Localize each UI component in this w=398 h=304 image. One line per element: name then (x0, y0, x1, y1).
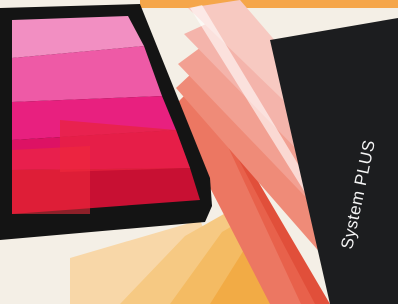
photo-stage: System PLUS (0, 0, 398, 304)
photo-illustration: System PLUS (0, 0, 398, 304)
orange-bar (140, 0, 398, 8)
